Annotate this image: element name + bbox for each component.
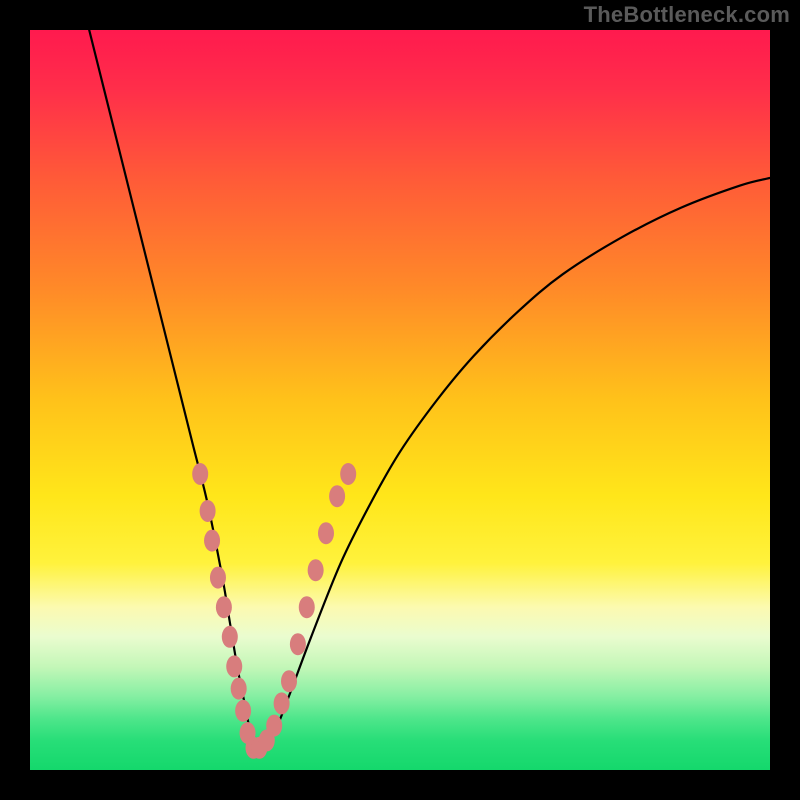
- marker-dot: [216, 596, 232, 618]
- marker-dot: [318, 522, 334, 544]
- marker-dot: [222, 626, 238, 648]
- marker-dot: [235, 700, 251, 722]
- marker-dot: [210, 567, 226, 589]
- watermark-text: TheBottleneck.com: [584, 2, 790, 28]
- marker-dot: [192, 463, 208, 485]
- marker-dot: [340, 463, 356, 485]
- plot-background: [30, 30, 770, 770]
- marker-dot: [226, 655, 242, 677]
- marker-dot: [200, 500, 216, 522]
- marker-dot: [231, 678, 247, 700]
- marker-dot: [281, 670, 297, 692]
- marker-dot: [329, 485, 345, 507]
- marker-dot: [308, 559, 324, 581]
- marker-dot: [204, 530, 220, 552]
- marker-dot: [299, 596, 315, 618]
- marker-dot: [274, 692, 290, 714]
- bottleneck-chart: [0, 0, 800, 800]
- marker-dot: [290, 633, 306, 655]
- marker-dot: [266, 715, 282, 737]
